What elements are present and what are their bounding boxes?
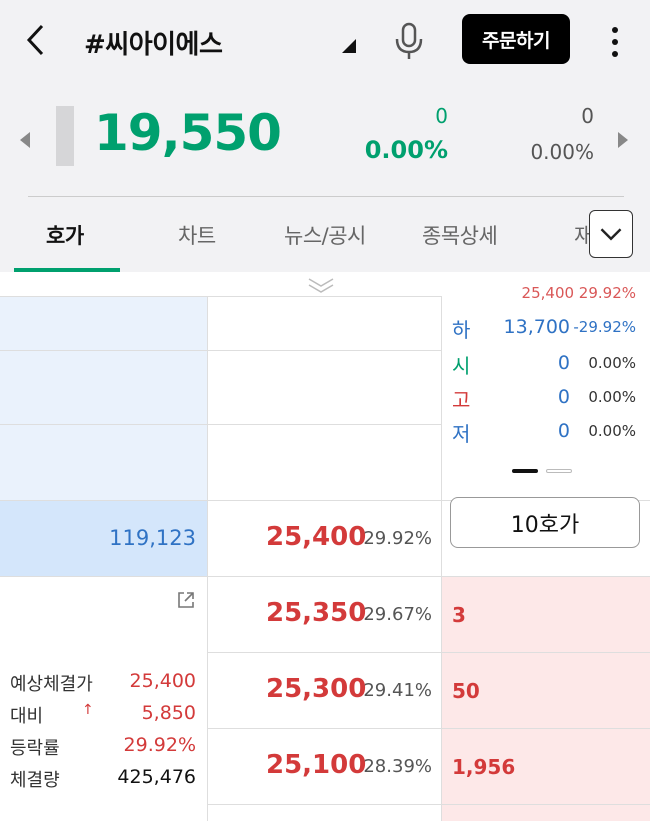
trade-volume-label: 체결량 <box>10 770 60 791</box>
open-value: 0 <box>557 352 570 374</box>
price-change: 0 <box>435 104 448 128</box>
orderbook-panel: 25,400 29.92% 하 13,700 -29.92% 시 0 0.00%… <box>0 272 650 821</box>
lower-limit-value: 13,700 <box>503 316 570 338</box>
prev-stock-arrow-icon[interactable] <box>20 132 30 148</box>
low-value: 0 <box>557 420 570 442</box>
lower-limit-pct: -29.92% <box>573 318 636 336</box>
trade-volume-value: 425,476 <box>117 766 196 788</box>
expected-price-label: 예상체결가 <box>10 674 93 695</box>
price-level[interactable]: 25,300 <box>266 674 366 704</box>
microphone-icon[interactable] <box>392 22 426 60</box>
price-summary: 19,550 0 0.00% 0 0.00% <box>0 90 650 190</box>
bid-volume: 1,956 <box>452 755 516 779</box>
tab-chart[interactable]: 차트 <box>178 220 216 250</box>
open-pct: 0.00% <box>588 354 636 372</box>
current-price: 19,550 <box>94 104 282 162</box>
high-pct: 0.00% <box>588 388 636 406</box>
price-change-rate: 0.00% <box>364 136 448 164</box>
tab-stock-detail[interactable]: 종목상세 <box>422 220 498 250</box>
more-options-icon[interactable] <box>600 22 630 62</box>
up-arrow-icon: ↑ <box>82 702 94 718</box>
tab-bar: 호가 차트 뉴스/공시 종목상세 재 <box>0 200 650 272</box>
lower-limit-label: 하 <box>452 318 471 342</box>
stock-title[interactable]: #씨아이에스 <box>84 24 223 61</box>
tab-news[interactable]: 뉴스/공시 <box>284 220 366 250</box>
tab-orderbook[interactable]: 호가 <box>46 220 84 250</box>
external-link-icon[interactable] <box>176 590 196 610</box>
expected-price-value: 25,400 <box>129 670 196 692</box>
open-label: 시 <box>452 354 471 378</box>
ask-volume-cell <box>0 424 207 500</box>
page-dot-active[interactable] <box>512 469 538 473</box>
change-value: 5,850 <box>141 702 196 724</box>
ten-level-button[interactable]: 10호가 <box>450 497 640 548</box>
ask-volume-cell <box>0 296 207 350</box>
divider <box>28 196 624 197</box>
price-level[interactable]: 25,100 <box>266 750 366 780</box>
price-level-pct: 29.67% <box>363 604 432 625</box>
change-rate-value: 29.92% <box>123 734 196 756</box>
market-change-rate: 0.00% <box>530 140 594 164</box>
change-label: 대비 <box>10 706 44 727</box>
bid-volume: 50 <box>452 679 480 703</box>
price-level-pct: 28.39% <box>363 756 432 777</box>
price-indicator-bar <box>56 106 74 166</box>
page-dot[interactable] <box>546 469 572 473</box>
price-level-pct: 29.41% <box>363 680 432 701</box>
stock-dropdown-icon[interactable] <box>342 39 356 53</box>
price-level-pct: 29.92% <box>363 528 432 549</box>
ask-total-volume: 119,123 <box>109 526 196 550</box>
app-header: #씨아이에스 주문하기 <box>0 0 650 82</box>
bid-volume: 3 <box>452 603 466 627</box>
change-rate-label: 등락률 <box>10 738 60 759</box>
upper-limit-partial: 25,400 29.92% <box>521 284 636 302</box>
expand-tabs-chevron-icon[interactable] <box>589 210 633 258</box>
price-level[interactable]: 25,350 <box>266 598 366 628</box>
high-label: 고 <box>452 388 471 412</box>
ask-volume-cell <box>0 350 207 424</box>
next-stock-arrow-icon[interactable] <box>618 132 628 148</box>
high-value: 0 <box>557 386 570 408</box>
price-level[interactable]: 25,400 <box>266 522 366 552</box>
market-change: 0 <box>581 104 594 128</box>
low-pct: 0.00% <box>588 422 636 440</box>
back-arrow-icon[interactable] <box>22 22 52 58</box>
collapse-chevron-icon[interactable] <box>306 276 336 294</box>
order-button[interactable]: 주문하기 <box>462 14 570 64</box>
low-label: 저 <box>452 422 471 446</box>
